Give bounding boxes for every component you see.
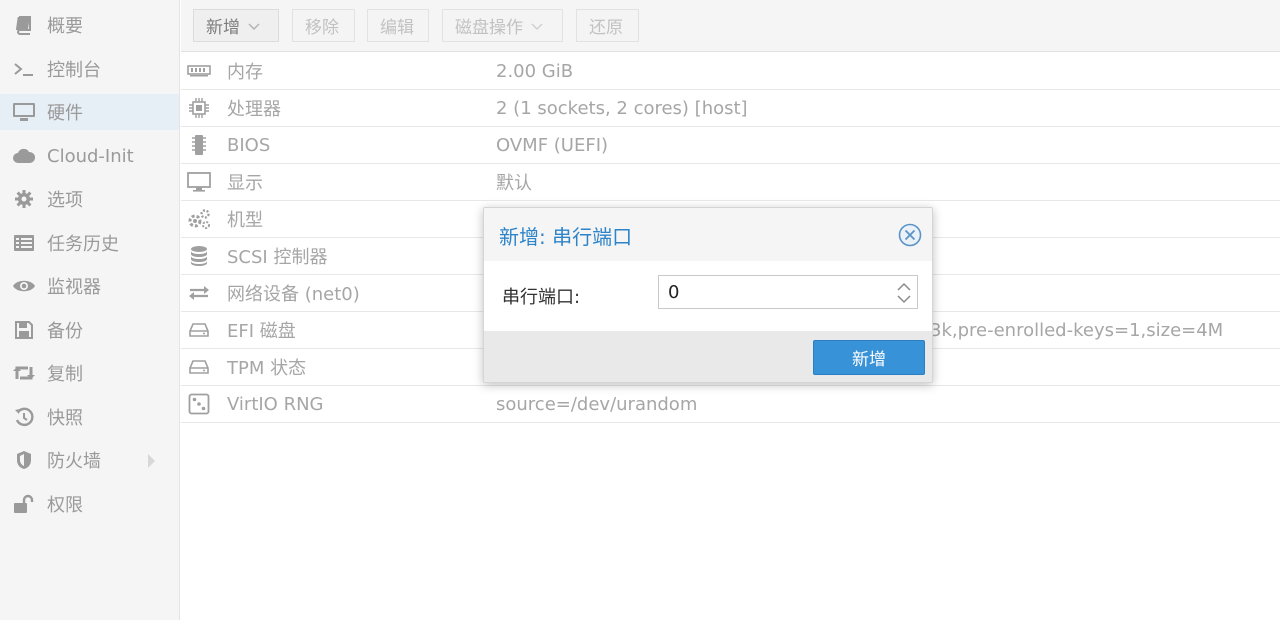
add-serial-port-dialog: 新增: 串行端口 串行端口: 新增 (483, 207, 933, 383)
memory-icon (186, 59, 212, 83)
cogs-icon (186, 207, 212, 231)
sidebar-item-console[interactable]: 控制台 (0, 51, 179, 87)
row-name: VirtIO RNG (227, 393, 324, 415)
serial-port-label: 串行端口: (502, 287, 581, 308)
submit-button-label: 新增 (852, 350, 886, 370)
sidebar-item-replication[interactable]: 复制 (0, 355, 179, 391)
app-window: 概要 控制台 硬件 Cloud-Init 选项 任务历史 监视器 备份 复制 快… (0, 0, 1280, 620)
row-name: EFI 磁盘 (227, 321, 296, 342)
dialog-body: 串行端口: (484, 261, 932, 331)
add-dropdown-button[interactable]: 新增 (193, 9, 279, 42)
sidebar-item-label: 权限 (47, 495, 83, 516)
sidebar-item-label: 任务历史 (47, 234, 119, 255)
cloud-icon (12, 144, 36, 168)
revert-button[interactable]: 还原 (576, 9, 639, 42)
unlock-icon (12, 492, 36, 516)
table-row[interactable]: 内存 2.00 GiB (181, 53, 1280, 90)
row-name: 机型 (227, 210, 263, 231)
monitor-icon (12, 100, 36, 124)
sidebar-item-label: 控制台 (47, 60, 101, 81)
dialog-footer: 新增 (484, 331, 932, 382)
desktop-icon (186, 170, 212, 194)
submit-add-button[interactable]: 新增 (813, 340, 925, 375)
sidebar-item-cloud-init[interactable]: Cloud-Init (0, 138, 179, 174)
book-icon (12, 13, 36, 37)
edit-button-label: 编辑 (380, 18, 414, 38)
row-name: BIOS (227, 134, 271, 156)
row-value: OVMF (UEFI) (496, 134, 609, 156)
sidebar-item-label: 快照 (47, 408, 83, 429)
spinner-arrows-icon[interactable] (895, 280, 913, 306)
sidebar-item-permissions[interactable]: 权限 (0, 486, 179, 522)
eye-icon (12, 274, 36, 298)
row-name: 处理器 (227, 99, 281, 120)
remove-button[interactable]: 移除 (292, 9, 355, 42)
table-row[interactable]: 显示 默认 (181, 164, 1280, 201)
cpu-icon (186, 96, 212, 120)
microchip-icon (186, 133, 212, 157)
sidebar-item-label: 备份 (47, 321, 83, 342)
sidebar-item-firewall[interactable]: 防火墙 (0, 442, 179, 478)
sidebar-item-monitor[interactable]: 监视器 (0, 268, 179, 304)
database-icon (186, 244, 212, 268)
sidebar-item-summary[interactable]: 概要 (0, 7, 179, 43)
row-value: source=/dev/urandom (496, 393, 698, 415)
add-button-label: 新增 (206, 18, 240, 38)
serial-port-input[interactable] (659, 276, 884, 308)
sidebar-item-label: 复制 (47, 364, 83, 385)
edit-button[interactable]: 编辑 (367, 9, 429, 42)
hdd-icon (186, 318, 212, 342)
sidebar-item-label: 防火墙 (47, 451, 101, 472)
table-row[interactable]: VirtIO RNG source=/dev/urandom (181, 386, 1280, 423)
submenu-arrow-icon[interactable] (148, 454, 155, 468)
floppy-icon (12, 318, 36, 342)
sidebar-item-snapshot[interactable]: 快照 (0, 399, 179, 435)
row-name: TPM 状态 (227, 358, 307, 379)
hdd-icon (186, 355, 212, 379)
sidebar-item-hardware[interactable]: 硬件 (0, 94, 179, 130)
gear-icon (12, 187, 36, 211)
table-row[interactable]: 处理器 2 (1 sockets, 2 cores) [host] (181, 90, 1280, 127)
row-name: 网络设备 (net0) (227, 284, 360, 305)
row-value: 2 (1 sockets, 2 cores) [host] (496, 97, 748, 119)
row-name: 显示 (227, 173, 263, 194)
exchange-icon (186, 281, 212, 305)
chevron-down-icon (248, 23, 260, 30)
row-value: 默认 (496, 173, 532, 194)
shield-icon (12, 448, 36, 472)
retweet-icon (12, 361, 36, 385)
dialog-title: 新增: 串行端口 (499, 225, 633, 249)
dice-icon (186, 392, 212, 416)
sidebar-item-backup[interactable]: 备份 (0, 312, 179, 348)
dialog-header: 新增: 串行端口 (484, 208, 932, 261)
sidebar-item-task-history[interactable]: 任务历史 (0, 225, 179, 261)
remove-button-label: 移除 (305, 18, 339, 38)
sidebar: 概要 控制台 硬件 Cloud-Init 选项 任务历史 监视器 备份 复制 快… (0, 0, 180, 620)
toolbar: 新增 移除 编辑 磁盘操作 还原 (181, 0, 1280, 52)
serial-port-spinner[interactable] (658, 275, 918, 309)
table-row[interactable]: BIOS OVMF (UEFI) (181, 127, 1280, 164)
row-name: 内存 (227, 62, 263, 83)
sidebar-item-label: 监视器 (47, 277, 101, 298)
chevron-down-icon (531, 23, 543, 30)
terminal-icon (12, 57, 36, 81)
sidebar-item-options[interactable]: 选项 (0, 181, 179, 217)
row-name: SCSI 控制器 (227, 247, 328, 268)
row-value: 3k,pre-enrolled-keys=1,size=4M (930, 319, 1224, 341)
list-icon (12, 231, 36, 255)
close-icon[interactable] (898, 223, 922, 247)
revert-button-label: 还原 (589, 18, 623, 38)
sidebar-item-label: Cloud-Init (47, 145, 134, 167)
sidebar-item-label: 硬件 (47, 103, 83, 124)
disk-action-button-label: 磁盘操作 (455, 18, 523, 38)
row-value: 2.00 GiB (496, 60, 574, 82)
sidebar-item-label: 选项 (47, 190, 83, 211)
disk-action-dropdown-button[interactable]: 磁盘操作 (442, 9, 563, 42)
sidebar-item-label: 概要 (47, 16, 83, 37)
history-icon (12, 405, 36, 429)
